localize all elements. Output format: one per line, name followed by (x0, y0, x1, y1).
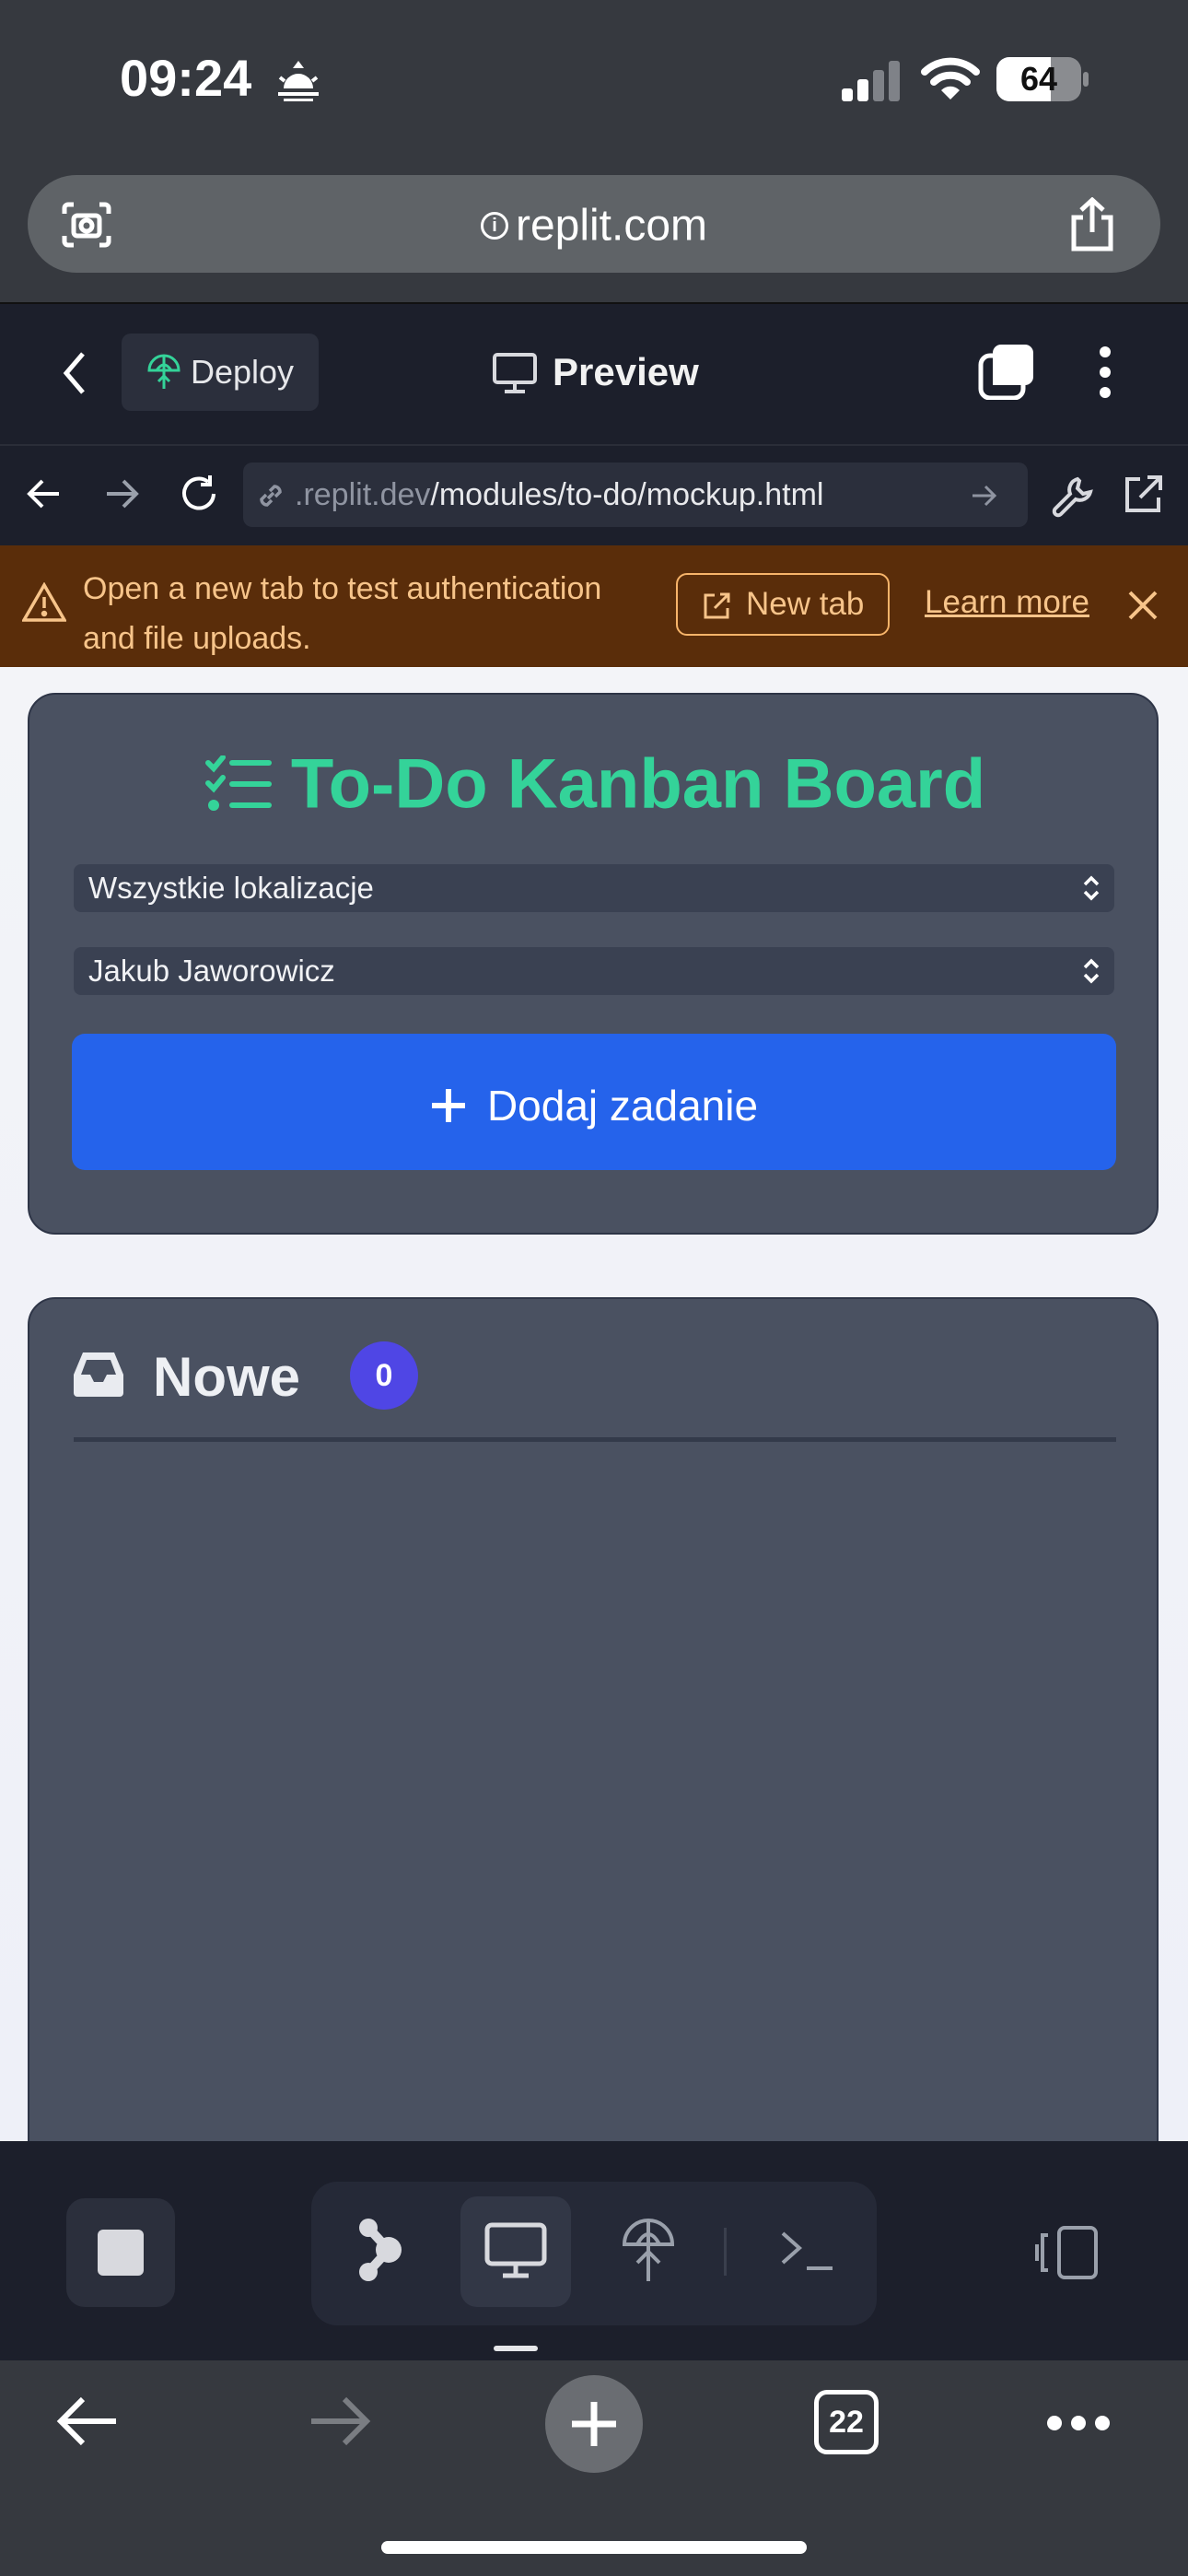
board-title: To-Do Kanban Board (29, 739, 1160, 824)
wifi-icon (921, 57, 980, 101)
tabs-icon[interactable] (978, 343, 1037, 400)
location-select-value: Wszystkie lokalizacje (88, 871, 374, 905)
webview-url[interactable]: .replit.dev/modules/to-do/mockup.html (295, 463, 823, 527)
warning-icon (22, 582, 66, 623)
open-external-icon[interactable] (1122, 474, 1164, 516)
more-vertical-icon[interactable] (1096, 345, 1114, 400)
deploy-tool-icon[interactable] (621, 2217, 676, 2283)
preview-tool-button[interactable] (460, 2196, 571, 2307)
board-title-text: To-Do Kanban Board (290, 744, 986, 824)
chevron-up-down-icon (1081, 875, 1101, 901)
nav-forward-icon[interactable] (103, 475, 140, 512)
battery-indicator: 64 (996, 57, 1081, 101)
tasks-list-icon (204, 755, 273, 813)
new-browser-tab-button[interactable] (545, 2375, 643, 2473)
shell-icon[interactable] (779, 2230, 834, 2272)
close-banner-icon[interactable] (1127, 590, 1159, 621)
user-select[interactable]: Jakub Jaworowicz (74, 947, 1114, 995)
add-task-label: Dodaj zadanie (72, 1034, 1116, 1174)
deploy-icon (146, 354, 182, 391)
new-tab-label: New tab (746, 586, 865, 622)
status-time: 09:24 (120, 49, 252, 107)
column-title: Nowe (153, 1346, 301, 1408)
chevron-up-down-icon (1081, 958, 1101, 984)
deploy-label: Deploy (191, 353, 295, 391)
location-select[interactable]: Wszystkie lokalizacje (74, 864, 1114, 912)
battery-percent: 64 (1019, 60, 1058, 98)
tab-overview-button[interactable]: 22 (814, 2390, 879, 2454)
reload-icon[interactable] (179, 474, 219, 514)
stop-icon (98, 2230, 144, 2276)
plus-icon (570, 2400, 618, 2448)
column-count-badge: 0 (350, 1341, 418, 1410)
column-divider (74, 1437, 1116, 1442)
cellular-signal-icon (842, 61, 903, 101)
layout-toggle-icon[interactable] (1033, 2224, 1100, 2281)
more-options-icon[interactable] (1046, 2414, 1111, 2432)
board-header-card: To-Do Kanban Board Wszystkie lokalizacje… (28, 693, 1159, 1235)
battery-tip (1083, 72, 1089, 87)
learn-more-link[interactable]: Learn more (925, 584, 1089, 621)
site-info-icon[interactable]: i (480, 212, 508, 240)
webview-url-field[interactable]: .replit.dev/modules/to-do/mockup.html (243, 463, 1028, 527)
plus-icon (430, 1087, 467, 1124)
stop-button[interactable] (66, 2198, 175, 2307)
agent-icon[interactable] (355, 2217, 407, 2283)
preview-title[interactable]: Preview (553, 350, 699, 394)
toolbar-divider (724, 2228, 727, 2276)
back-chevron-icon[interactable] (61, 350, 88, 396)
preview-page: To-Do Kanban Board Wszystkie lokalizacje… (0, 667, 1188, 2141)
browser-forward-icon[interactable] (308, 2395, 372, 2447)
nav-back-icon[interactable] (26, 475, 63, 512)
banner-message: Open a new tab to test authentication an… (83, 571, 602, 656)
external-link-icon (702, 591, 731, 621)
link-icon (254, 479, 287, 512)
monitor-icon (492, 352, 538, 394)
toolbar-handle (494, 2346, 538, 2351)
browser-back-icon[interactable] (55, 2395, 120, 2447)
add-task-button[interactable]: Dodaj zadanie (72, 1034, 1116, 1170)
go-arrow-icon[interactable] (971, 483, 996, 509)
inbox-icon (72, 1351, 125, 1399)
browser-domain[interactable]: i replit.com (28, 175, 1160, 273)
tool-switcher (311, 2182, 877, 2325)
home-indicator (381, 2541, 807, 2554)
user-select-value: Jakub Jaworowicz (88, 954, 335, 988)
monitor-icon (484, 2222, 547, 2279)
kanban-column-nowe: Nowe 0 (28, 1297, 1159, 2141)
sunrise-icon (274, 57, 322, 105)
share-icon[interactable] (1068, 197, 1116, 252)
new-tab-button[interactable]: New tab (676, 573, 890, 636)
deploy-button[interactable]: Deploy (122, 334, 319, 411)
browser-address-bar[interactable]: i replit.com (28, 175, 1160, 273)
add-task-text: Dodaj zadanie (486, 1081, 759, 1130)
devtools-wrench-icon[interactable] (1050, 474, 1094, 518)
